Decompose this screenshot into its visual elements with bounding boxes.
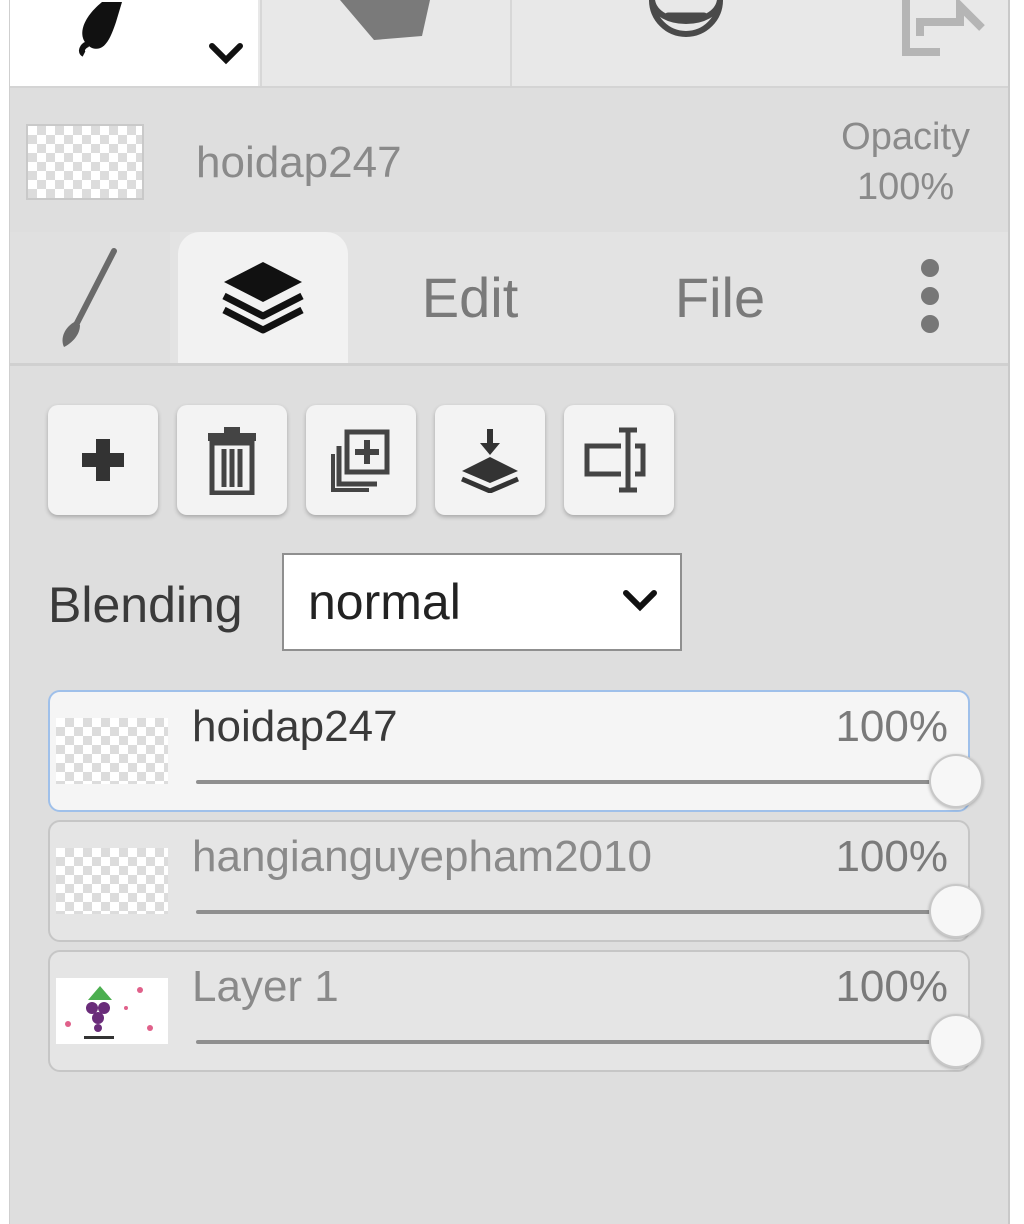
add-layer-button[interactable] bbox=[48, 405, 158, 515]
delete-layer-button[interactable] bbox=[177, 405, 287, 515]
tab-file[interactable]: File bbox=[640, 232, 800, 363]
tab-brush[interactable] bbox=[10, 232, 170, 363]
rename-layer-button[interactable] bbox=[564, 405, 674, 515]
layer-opacity-slider[interactable] bbox=[196, 780, 936, 784]
right-edge bbox=[1008, 0, 1024, 1224]
layer-name: hangianguyepham2010 bbox=[192, 832, 652, 881]
layer-thumbnail bbox=[56, 978, 168, 1044]
tab-layers[interactable] bbox=[178, 232, 348, 363]
zoom-out-icon[interactable] bbox=[646, 0, 726, 60]
layer-artwork-thumbnail bbox=[65, 986, 153, 1039]
layer-row[interactable]: Layer 1 100% bbox=[48, 950, 983, 1072]
layer-opacity-slider[interactable] bbox=[196, 1040, 936, 1044]
layer-opacity-slider[interactable] bbox=[196, 910, 936, 914]
layer-name: Layer 1 bbox=[192, 962, 339, 1011]
layer-opacity: 100% bbox=[835, 702, 948, 751]
layers-icon bbox=[222, 261, 304, 333]
current-layer-thumbnail bbox=[26, 124, 144, 200]
current-layer-name: hoidap247 bbox=[196, 138, 402, 187]
more-options-button[interactable] bbox=[890, 232, 970, 363]
left-edge bbox=[0, 0, 10, 1224]
more-vertical-icon bbox=[921, 258, 939, 333]
export-icon[interactable] bbox=[900, 0, 990, 60]
rename-layer-icon bbox=[584, 427, 646, 493]
layer-row[interactable]: hoidap247 100% bbox=[48, 690, 983, 812]
layer-opacity: 100% bbox=[835, 832, 948, 881]
chevron-down-icon[interactable] bbox=[206, 38, 246, 68]
layer-thumbnail bbox=[56, 718, 168, 784]
layer-row[interactable]: hangianguyepham2010 100% bbox=[48, 820, 983, 942]
opacity-label: Opacity bbox=[841, 116, 970, 158]
duplicate-layer-icon bbox=[331, 429, 390, 492]
brush-tool-button[interactable] bbox=[10, 0, 258, 86]
layer-opacity-slider-handle[interactable] bbox=[929, 754, 983, 808]
opacity-value: 100% bbox=[856, 166, 955, 208]
toolbar-separator bbox=[260, 0, 262, 86]
merge-down-icon bbox=[461, 429, 519, 493]
add-layer-icon bbox=[82, 439, 124, 481]
merge-down-button[interactable] bbox=[435, 405, 545, 515]
paintbrush-icon bbox=[62, 247, 117, 347]
delete-layer-icon bbox=[208, 427, 256, 495]
chevron-down-icon bbox=[623, 590, 657, 612]
blending-select[interactable]: normal bbox=[282, 553, 682, 651]
layer-opacity-slider-handle[interactable] bbox=[929, 884, 983, 938]
shape-tool-icon[interactable] bbox=[330, 0, 450, 50]
current-layer-opacity: Opacity 100% bbox=[841, 112, 970, 212]
layer-opacity-slider-handle[interactable] bbox=[929, 1014, 983, 1068]
layer-name: hoidap247 bbox=[192, 702, 398, 751]
layer-opacity: 100% bbox=[835, 962, 948, 1011]
panel-tabs: Edit File bbox=[10, 232, 1008, 366]
toolbar-separator bbox=[510, 0, 512, 86]
blending-value: normal bbox=[308, 574, 461, 630]
layers-panel: hoidap247 Opacity 100% Edit File Blendin… bbox=[0, 0, 1024, 1224]
duplicate-layer-button[interactable] bbox=[306, 405, 416, 515]
tab-edit[interactable]: Edit bbox=[390, 232, 550, 363]
layer-thumbnail bbox=[56, 848, 168, 914]
current-layer-info: hoidap247 Opacity 100% bbox=[10, 88, 1008, 230]
blending-label: Blending bbox=[48, 577, 243, 633]
